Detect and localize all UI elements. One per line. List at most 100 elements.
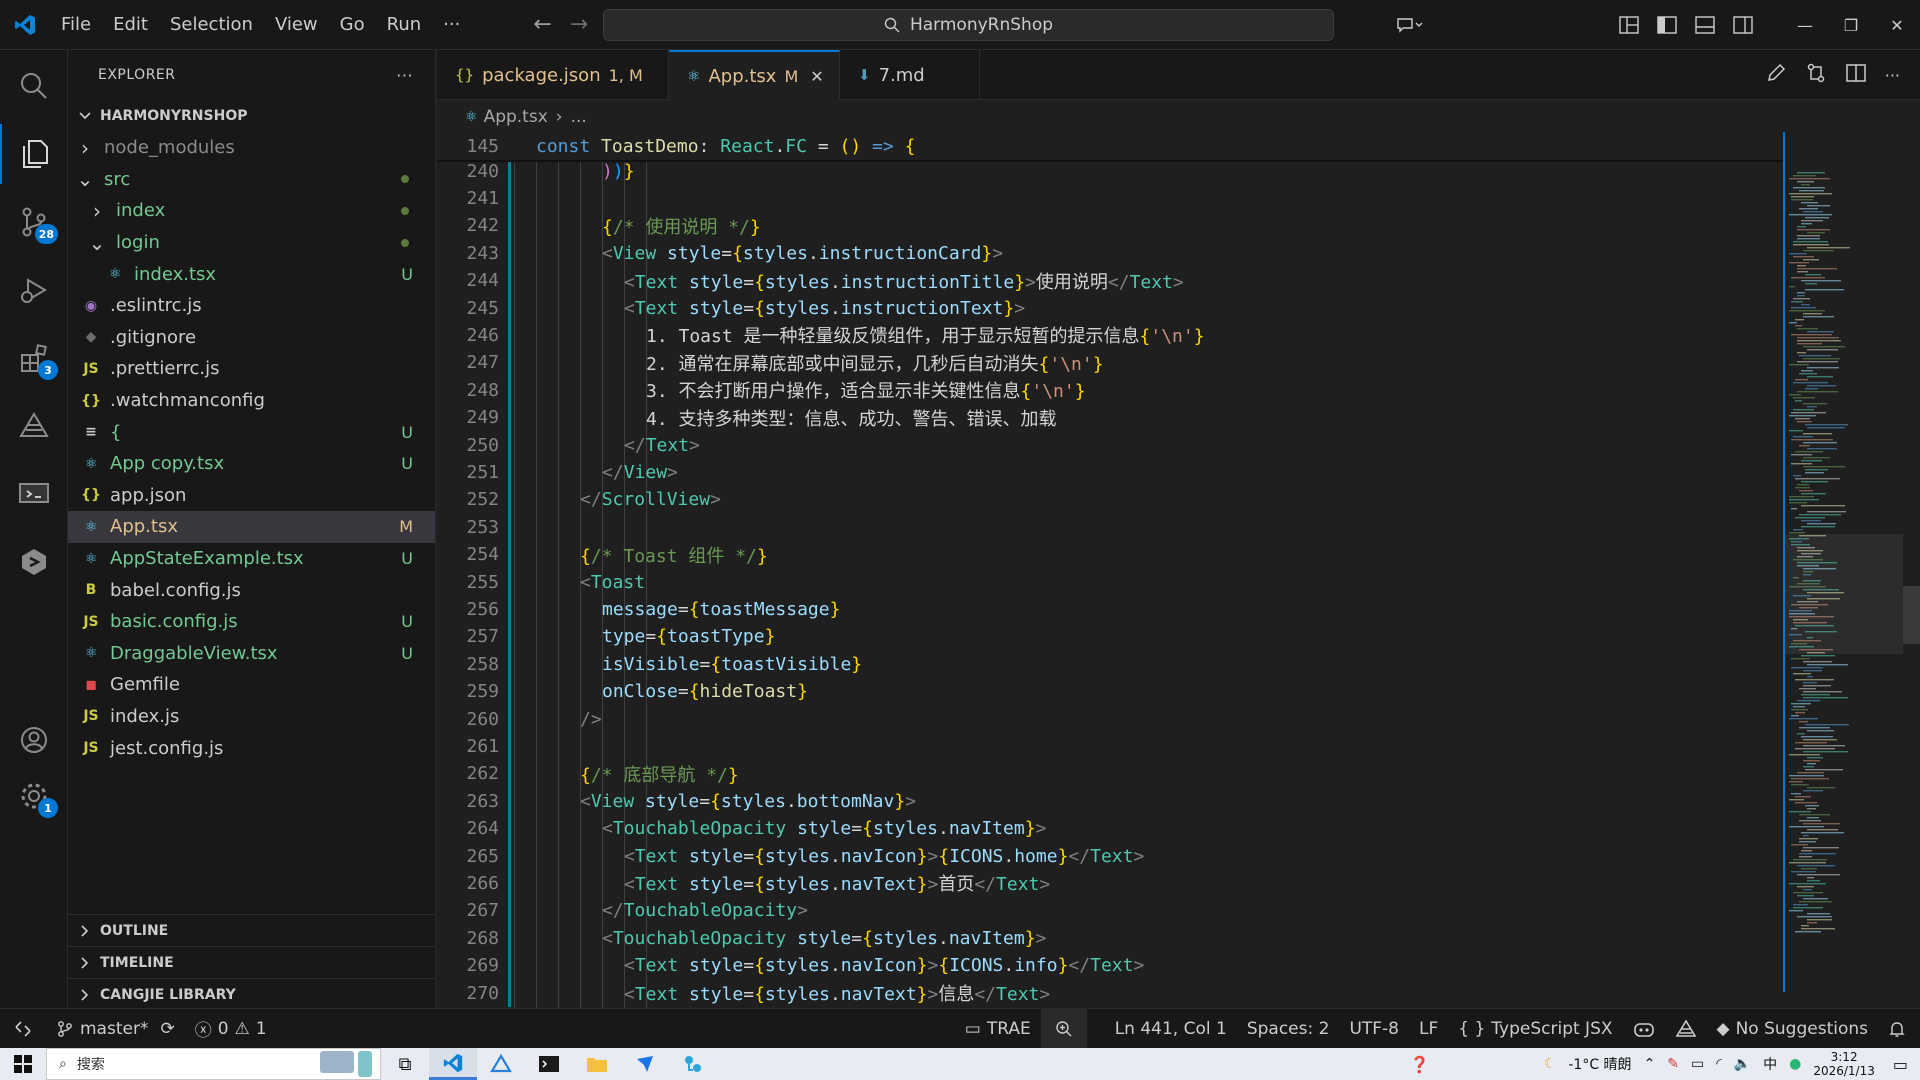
taskbar-clock[interactable]: 3:12 2026/1/13: [1813, 1050, 1875, 1078]
windows-start-icon[interactable]: [0, 1055, 46, 1073]
code-line[interactable]: 245 <Text style={styles.instructionText}>: [437, 294, 1783, 322]
battery-icon[interactable]: ▭: [1691, 1056, 1704, 1072]
breadcrumb-symbol[interactable]: ...: [571, 107, 587, 127]
language-mode[interactable]: { } TypeScript JSX: [1448, 1009, 1622, 1049]
code-editor[interactable]: 240))} 241 242 {/* 使用说明 */} 243 <View style={…: [437, 132, 1783, 1008]
code-line[interactable]: 252 </ScrollView>: [437, 486, 1783, 514]
toggle-panel-icon[interactable]: [1686, 16, 1724, 34]
editor-more-actions-icon[interactable]: ···: [1885, 66, 1900, 85]
code-line[interactable]: 255 <Toast: [437, 568, 1783, 596]
remote-explorer-icon[interactable]: [0, 464, 68, 524]
menu-item-5[interactable]: Run: [376, 14, 433, 35]
minimap-viewport-slider[interactable]: [1783, 534, 1903, 654]
code-line[interactable]: 247 2. 通常在屏幕底部或中间显示，几秒后自动消失{'\n'}: [437, 349, 1783, 377]
explorer-view-icon[interactable]: [0, 124, 68, 184]
weather-text[interactable]: -1°C 晴朗: [1568, 1054, 1631, 1074]
close-tab-icon[interactable]: ✕: [810, 67, 823, 86]
input-method-icon[interactable]: 中: [1763, 1054, 1777, 1074]
sidebar-panel-cangjie-library[interactable]: CANGJIE LIBRARY: [68, 978, 435, 1010]
edit-pencil-icon[interactable]: [1765, 62, 1787, 88]
file-tree-item[interactable]: ⚛ App.tsx M: [68, 511, 435, 543]
trae-ai-icon[interactable]: [0, 396, 68, 456]
manage-gear-icon[interactable]: 1: [0, 766, 68, 826]
code-line[interactable]: 260 />: [437, 705, 1783, 733]
code-line[interactable]: 258 isVisible={toastVisible}: [437, 650, 1783, 678]
zoom-status-icon[interactable]: [1040, 1008, 1087, 1049]
menu-item-2[interactable]: Selection: [159, 14, 264, 35]
network-icon[interactable]: ◜: [1716, 1056, 1721, 1072]
notifications-bell-icon[interactable]: [1878, 1009, 1920, 1049]
customize-layout-icon[interactable]: [1610, 16, 1648, 34]
code-line[interactable]: 269 <Text style={styles.navIcon}>{ICONS.i…: [437, 952, 1783, 980]
file-tree-item[interactable]: ⚛ index.tsx U: [68, 258, 435, 290]
code-line[interactable]: 242 {/* 使用说明 */}: [437, 212, 1783, 240]
file-tree-item[interactable]: ◼ Gemfile: [68, 669, 435, 701]
trae-ai-status-icon[interactable]: [1665, 1009, 1707, 1049]
code-line[interactable]: 259 onClose={hideToast}: [437, 678, 1783, 706]
code-line[interactable]: 256 message={toastMessage}: [437, 595, 1783, 624]
end-of-line[interactable]: LF: [1409, 1009, 1448, 1049]
code-line[interactable]: 246 1. Toast 是一种轻量级反馈组件，用于显示短暂的提示信息{'\n'}: [437, 321, 1783, 350]
code-line[interactable]: 253: [437, 513, 1783, 541]
breadcrumb-file[interactable]: App.tsx: [484, 107, 548, 127]
file-tree-item[interactable]: JS index.js: [68, 701, 435, 733]
suggestions-status[interactable]: ◆ No Suggestions: [1707, 1009, 1878, 1049]
editor-scrollbar[interactable]: [1903, 132, 1920, 1008]
taskbar-file-explorer-icon[interactable]: [573, 1048, 621, 1080]
menu-item-4[interactable]: Go: [329, 14, 376, 35]
taskbar-app-icon[interactable]: [669, 1048, 717, 1080]
volume-icon[interactable]: 🔈: [1734, 1056, 1751, 1072]
problems-indicator[interactable]: ⓧ 0 ⚠ 1: [185, 1009, 277, 1049]
file-tree-item[interactable]: JS basic.config.js U: [68, 606, 435, 638]
workspace-root-folder[interactable]: HARMONYRNSHOP: [68, 100, 435, 132]
file-tree-item[interactable]: › node_modules: [68, 132, 435, 164]
indentation[interactable]: Spaces: 2: [1237, 1009, 1340, 1049]
wechat-tray-icon[interactable]: ●: [1789, 1056, 1801, 1072]
code-line[interactable]: 261: [437, 732, 1783, 761]
forward-arrow-icon[interactable]: →: [570, 12, 588, 37]
file-tree-item[interactable]: ◆ .gitignore: [68, 322, 435, 354]
minimap[interactable]: [1783, 132, 1903, 1008]
file-tree-item[interactable]: › index: [68, 195, 435, 227]
editor-tab[interactable]: ⬇ 7.md: [840, 50, 980, 100]
code-line[interactable]: 249 4. 支持多种类型：信息、成功、警告、错误、加载: [437, 404, 1783, 432]
remote-indicator-icon[interactable]: [0, 1009, 46, 1049]
cangjie-icon[interactable]: [0, 532, 68, 592]
extensions-icon[interactable]: 3: [0, 328, 68, 388]
editor-tab[interactable]: {} package.json 1, M: [437, 50, 669, 100]
code-line[interactable]: 270 <Text style={styles.navText}>信息</Text…: [437, 979, 1783, 1007]
code-line[interactable]: 266 <Text style={styles.navText}>首页</Text…: [437, 869, 1783, 898]
code-line[interactable]: 262 {/* 底部导航 */}: [437, 760, 1783, 788]
toggle-primary-sidebar-icon[interactable]: [1648, 16, 1686, 34]
encoding[interactable]: UTF-8: [1339, 1009, 1409, 1049]
taskbar-terminal-icon[interactable]: [525, 1048, 573, 1080]
file-tree-item[interactable]: JS .prettierrc.js: [68, 353, 435, 385]
git-branch[interactable]: master* ⟳: [46, 1009, 185, 1049]
task-view-icon[interactable]: ⧉: [381, 1048, 429, 1080]
compare-changes-icon[interactable]: [1805, 62, 1827, 88]
menu-item-1[interactable]: Edit: [102, 14, 159, 35]
code-line[interactable]: 257 type={toastType}: [437, 623, 1783, 651]
file-tree-item[interactable]: {} app.json: [68, 480, 435, 512]
minimize-window-icon[interactable]: —: [1782, 16, 1828, 35]
show-hidden-icons-icon[interactable]: ⌃: [1644, 1056, 1656, 1072]
taskbar-deveco-icon[interactable]: [477, 1048, 525, 1080]
restore-window-icon[interactable]: ❐: [1828, 16, 1874, 35]
code-line[interactable]: 254 {/* Toast 组件 */}: [437, 541, 1783, 569]
code-line[interactable]: 251 </View>: [437, 458, 1783, 487]
menu-item-0[interactable]: File: [50, 14, 102, 35]
file-tree-item[interactable]: JS jest.config.js: [68, 732, 435, 762]
cursor-position[interactable]: Ln 441, Col 1: [1087, 1009, 1237, 1049]
copilot-chat-icon[interactable]: [1380, 16, 1440, 34]
code-line[interactable]: 243 <View style={styles.instructionCard}>: [437, 239, 1783, 267]
code-line[interactable]: 248 3. 不会打断用户操作，适合显示非关键性信息{'\n'}: [437, 376, 1783, 404]
taskbar-feishu-icon[interactable]: [621, 1048, 669, 1080]
code-line[interactable]: 250 </Text>: [437, 431, 1783, 459]
code-line[interactable]: 263 <View style={styles.bottomNav}>: [437, 787, 1783, 815]
toggle-secondary-sidebar-icon[interactable]: [1724, 16, 1762, 34]
back-arrow-icon[interactable]: ←: [533, 12, 551, 37]
taskbar-vscode-icon[interactable]: [429, 1048, 477, 1080]
editor-scrollbar-thumb[interactable]: [1903, 586, 1920, 644]
code-line[interactable]: 268 <TouchableOpacity style={styles.navIt…: [437, 924, 1783, 952]
code-line[interactable]: 267 </TouchableOpacity>: [437, 897, 1783, 925]
